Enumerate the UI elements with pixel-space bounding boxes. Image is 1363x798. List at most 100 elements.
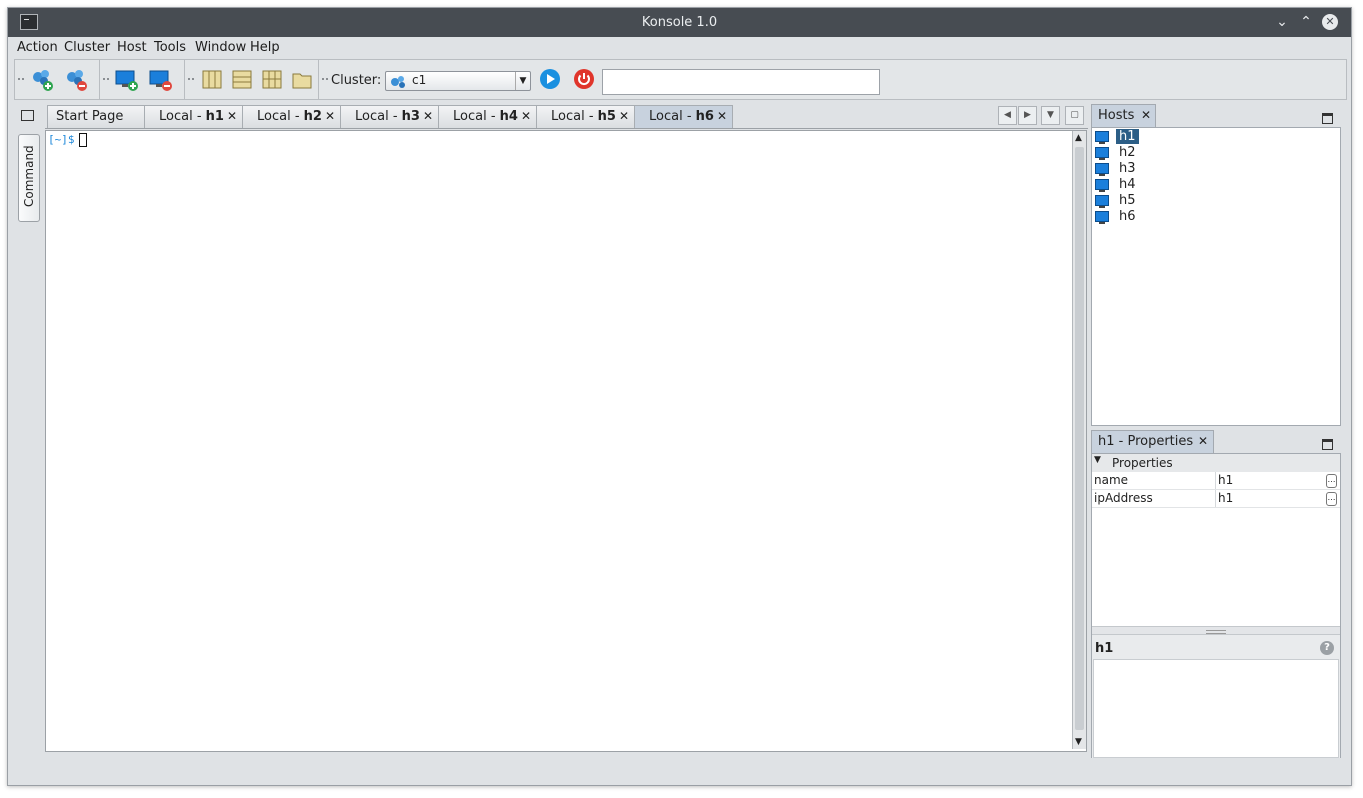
menu-host[interactable]: Host: [117, 40, 147, 55]
add-cluster-button[interactable]: [29, 67, 55, 93]
minimize-panel-icon[interactable]: [1322, 113, 1333, 124]
chevron-down-icon: ▼: [515, 72, 530, 90]
terminal-area[interactable]: [~]$ ▲ ▼: [45, 130, 1087, 752]
tab-label: Local -: [159, 109, 206, 124]
properties-panel-tab[interactable]: h1 - Properties ✕: [1091, 430, 1214, 454]
close-tab-icon[interactable]: ✕: [717, 109, 727, 123]
command-tool-group: Cluster: c1 ▼: [318, 59, 1347, 100]
tab-start-page[interactable]: Start Page: [47, 105, 145, 128]
stop-button[interactable]: [573, 68, 595, 90]
scroll-tabs-left-icon[interactable]: ◀: [998, 106, 1017, 125]
remove-cluster-button[interactable]: [63, 67, 89, 93]
menu-action[interactable]: Action: [17, 40, 58, 55]
maximize-icon[interactable]: ⌃: [1298, 14, 1314, 30]
tab-local-h6[interactable]: Local - h6 ✕: [634, 105, 733, 128]
cluster-icon: [391, 76, 405, 88]
play-icon: [540, 69, 560, 89]
minimize-icon[interactable]: ⌄: [1274, 14, 1290, 30]
hosts-panel-tab[interactable]: Hosts ✕: [1091, 104, 1156, 128]
host-item-h2[interactable]: h2: [1092, 145, 1340, 161]
scroll-down-icon[interactable]: ▼: [1075, 737, 1082, 747]
minimize-panel-icon[interactable]: [1322, 439, 1333, 450]
close-tab-icon[interactable]: ✕: [227, 109, 237, 123]
help-icon[interactable]: ?: [1320, 641, 1334, 655]
tabbed-view-button[interactable]: [289, 67, 315, 93]
tab-local-h5[interactable]: Local - h5 ✕: [536, 105, 635, 128]
description-title: h1: [1095, 641, 1114, 656]
property-row-ipaddress[interactable]: ipAddress h1 …: [1092, 490, 1340, 508]
tab-label: Local -: [551, 109, 598, 124]
folder-tab-icon: [292, 73, 312, 89]
host-tool-group: [99, 59, 185, 100]
host-item-label: h4: [1119, 177, 1136, 192]
tab-local-h1[interactable]: Local - h1 ✕: [144, 105, 243, 128]
terminal-scrollbar[interactable]: ▲ ▼: [1072, 131, 1086, 749]
toolbar: Cluster: c1 ▼: [12, 59, 1347, 100]
cluster-select[interactable]: c1 ▼: [385, 71, 531, 91]
tab-label: Local -: [355, 109, 402, 124]
tab-label: Start Page: [56, 109, 124, 124]
toolbar-grip[interactable]: [18, 78, 24, 82]
tab-host-name: h5: [597, 109, 616, 124]
side-strip: Command: [8, 103, 44, 763]
restore-panel-icon[interactable]: [21, 110, 34, 121]
scroll-up-icon[interactable]: ▲: [1075, 133, 1082, 143]
menu-cluster[interactable]: Cluster: [64, 40, 110, 55]
property-value[interactable]: h1: [1218, 473, 1233, 487]
remove-host-button[interactable]: [148, 67, 174, 93]
host-computer-icon: [1095, 195, 1109, 208]
menu-help[interactable]: Help: [250, 40, 280, 55]
close-tab-icon[interactable]: ✕: [423, 109, 433, 123]
tab-local-h4[interactable]: Local - h4 ✕: [438, 105, 537, 128]
host-item-h5[interactable]: h5: [1092, 193, 1340, 209]
add-host-button[interactable]: [114, 67, 140, 93]
close-tab-icon[interactable]: ✕: [325, 109, 335, 123]
menu-window[interactable]: Window: [195, 40, 246, 55]
property-value[interactable]: h1: [1218, 491, 1233, 505]
tile-vertical-button[interactable]: [199, 67, 225, 93]
toolbar-grip[interactable]: [103, 78, 109, 82]
properties-sheet: ▼ Properties name h1 … ipAddress h1 … h1…: [1091, 453, 1341, 758]
edit-ellipsis-icon[interactable]: …: [1326, 474, 1337, 488]
tab-host-name: h2: [303, 109, 322, 124]
property-description: h1 ?: [1092, 634, 1340, 758]
command-input[interactable]: [602, 69, 880, 95]
scroll-tabs-right-icon[interactable]: ▶: [1018, 106, 1037, 125]
window-title: Konsole 1.0: [641, 15, 718, 30]
host-computer-icon: [1095, 131, 1109, 144]
host-item-h1[interactable]: h1: [1092, 129, 1340, 145]
host-item-h4[interactable]: h4: [1092, 177, 1340, 193]
menu-tools[interactable]: Tools: [154, 40, 186, 55]
tab-local-h3[interactable]: Local - h3 ✕: [340, 105, 439, 128]
maximize-panel-icon[interactable]: ▢: [1065, 106, 1084, 125]
tab-list-dropdown-icon[interactable]: ▼: [1041, 106, 1060, 125]
scrollbar-thumb[interactable]: [1075, 147, 1084, 730]
run-button[interactable]: [539, 68, 561, 90]
host-item-h3[interactable]: h3: [1092, 161, 1340, 177]
close-tab-icon[interactable]: ✕: [619, 109, 629, 123]
close-icon[interactable]: ✕: [1322, 14, 1338, 30]
edit-ellipsis-icon[interactable]: …: [1326, 492, 1337, 506]
properties-section-label: Properties: [1112, 456, 1173, 470]
add-host-icon: [115, 70, 138, 91]
close-panel-icon[interactable]: ✕: [1141, 108, 1151, 122]
layout-tool-group: [184, 59, 319, 100]
host-computer-icon: [1095, 147, 1109, 160]
close-tab-icon[interactable]: ✕: [521, 109, 531, 123]
command-side-tab[interactable]: Command: [18, 134, 40, 222]
tile-grid-button[interactable]: [259, 67, 285, 93]
tile-horizontal-button[interactable]: [229, 67, 255, 93]
toolbar-grip[interactable]: [322, 78, 328, 82]
app-window: Konsole 1.0 ⌄ ⌃ ✕ Action Cluster Host To…: [7, 7, 1352, 786]
tile-grid-icon: [262, 70, 282, 89]
close-panel-icon[interactable]: ✕: [1198, 434, 1208, 448]
properties-section-header[interactable]: ▼ Properties: [1092, 454, 1340, 472]
toolbar-grip[interactable]: [188, 78, 194, 82]
host-item-label: h6: [1119, 209, 1136, 224]
host-item-h6[interactable]: h6: [1092, 209, 1340, 225]
tile-vertical-icon: [202, 70, 222, 89]
collapse-triangle-icon[interactable]: ▼: [1094, 455, 1101, 465]
host-item-label: h5: [1119, 193, 1136, 208]
tab-local-h2[interactable]: Local - h2 ✕: [242, 105, 341, 128]
property-row-name[interactable]: name h1 …: [1092, 472, 1340, 490]
